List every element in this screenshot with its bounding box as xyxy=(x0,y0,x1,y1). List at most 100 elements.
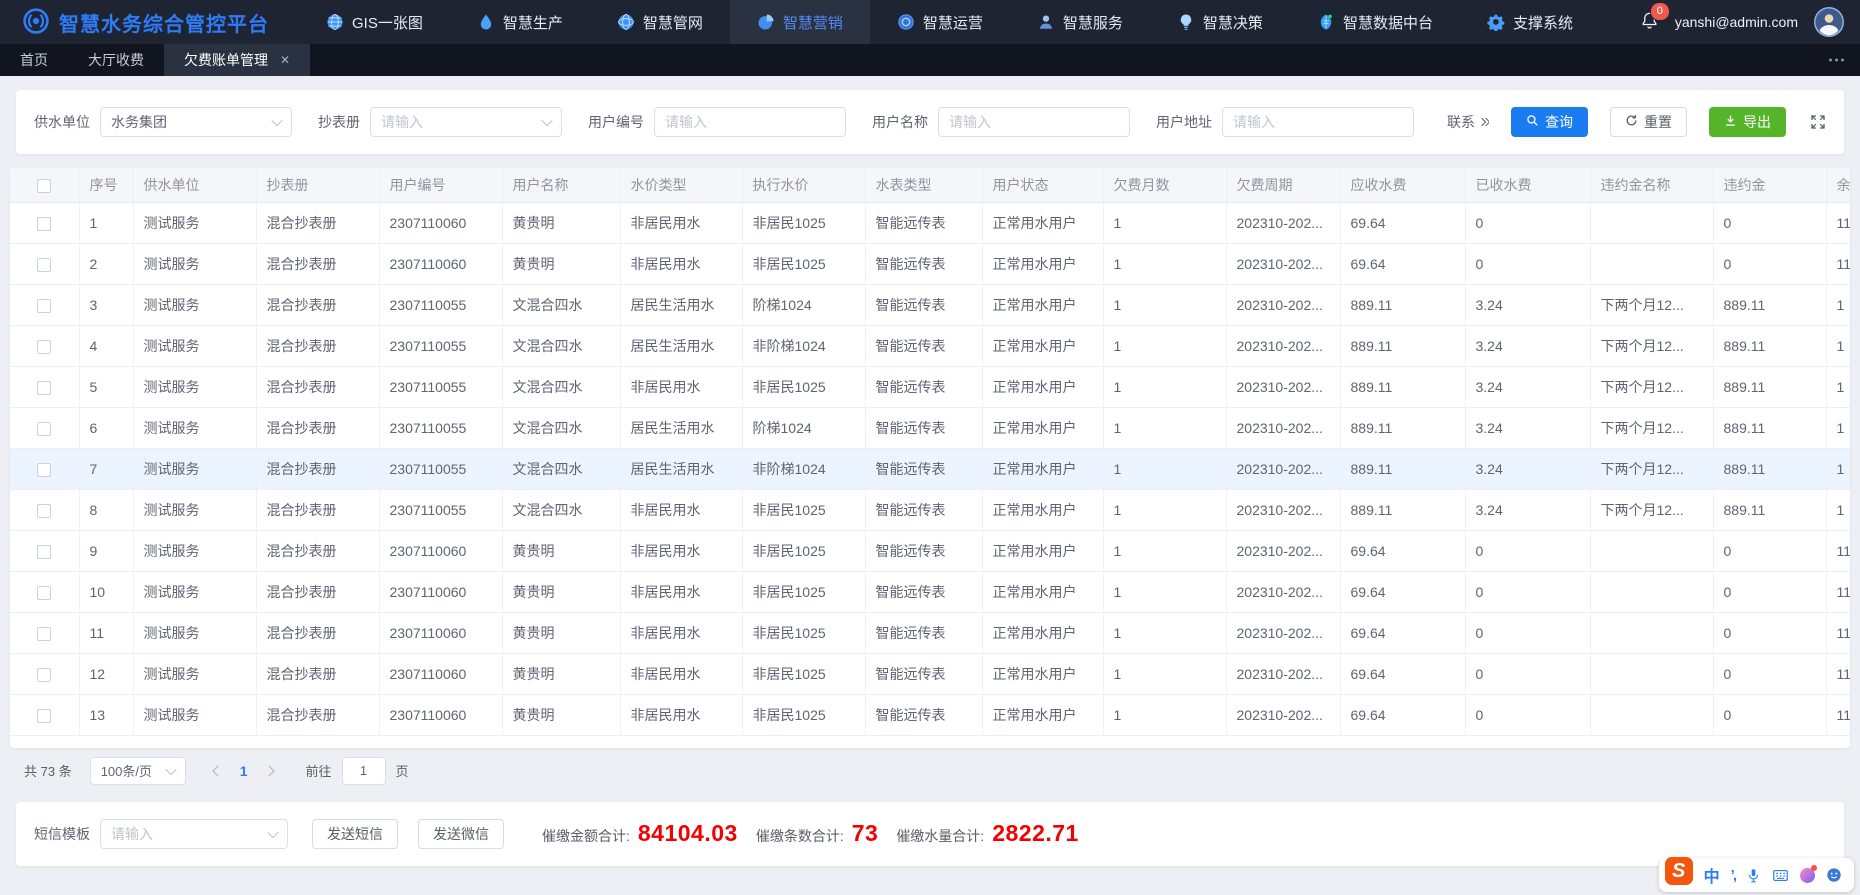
table-cell: 非居民用水 xyxy=(620,694,742,735)
total-bills-label: 催缴条数合计: xyxy=(756,826,844,846)
table-cell: 智能远传表 xyxy=(865,694,982,735)
table-cell: 下两个月12... xyxy=(1590,284,1713,325)
table-row[interactable]: 13测试服务混合抄表册2307110060黄贵明非居民用水非居民1025智能远传… xyxy=(10,694,1850,735)
table-cell: 混合抄表册 xyxy=(256,489,379,530)
tab-0[interactable]: 首页 xyxy=(0,44,68,76)
sms-template-select[interactable]: 请输入 xyxy=(100,819,288,849)
send-sms-button[interactable]: 发送短信 xyxy=(312,819,398,849)
table-cell: 0 xyxy=(1713,694,1826,735)
row-checkbox[interactable] xyxy=(37,586,51,600)
nav-item-2[interactable]: 智慧管网 xyxy=(590,0,730,44)
table-row[interactable]: 1测试服务混合抄表册2307110060黄贵明非居民用水非居民1025智能远传表… xyxy=(10,202,1850,243)
row-checkbox[interactable] xyxy=(37,217,51,231)
fullscreen-icon[interactable] xyxy=(1810,114,1826,130)
table-cell: 111.3 xyxy=(1826,530,1850,571)
table-cell: 1 xyxy=(1103,489,1226,530)
nav-item-5[interactable]: 智慧服务 xyxy=(1010,0,1150,44)
punctuation-icon[interactable]: ’, xyxy=(1731,867,1735,884)
nav-item-4[interactable]: 智慧运营 xyxy=(870,0,1010,44)
keyboard-icon[interactable] xyxy=(1772,867,1789,884)
table-cell: 测试服务 xyxy=(133,325,256,366)
emoji-icon[interactable] xyxy=(1826,867,1842,883)
table-row[interactable]: 7测试服务混合抄表册2307110055文混合四水居民生活用水非阶梯1024智能… xyxy=(10,448,1850,489)
sogou-input-icon[interactable]: S xyxy=(1665,857,1693,885)
table-cell: 正常用水用户 xyxy=(982,284,1103,325)
nav-item-8[interactable]: 支撑系统 xyxy=(1460,0,1600,44)
microphone-icon[interactable] xyxy=(1746,868,1761,883)
prev-page-icon[interactable] xyxy=(212,765,223,776)
expand-filters[interactable]: 联系 xyxy=(1447,112,1489,132)
user-email[interactable]: yanshi@admin.com xyxy=(1675,14,1798,30)
row-checkbox[interactable] xyxy=(37,668,51,682)
row-checkbox[interactable] xyxy=(37,340,51,354)
table-row[interactable]: 8测试服务混合抄表册2307110055文混合四水非居民用水非居民1025智能远… xyxy=(10,489,1850,530)
tab-1[interactable]: 大厅收费 xyxy=(68,44,164,76)
app-logo-icon xyxy=(22,7,50,38)
table-cell: 4 xyxy=(79,325,133,366)
table-row[interactable]: 11测试服务混合抄表册2307110060黄贵明非居民用水非居民1025智能远传… xyxy=(10,612,1850,653)
table-row[interactable]: 10测试服务混合抄表册2307110060黄贵明非居民用水非居民1025智能远传… xyxy=(10,571,1850,612)
checkbox-cell xyxy=(10,366,79,407)
table-row[interactable]: 12测试服务混合抄表册2307110060黄贵明非居民用水非居民1025智能远传… xyxy=(10,653,1850,694)
row-checkbox[interactable] xyxy=(37,545,51,559)
table-cell: 智能远传表 xyxy=(865,325,982,366)
table-cell: 测试服务 xyxy=(133,407,256,448)
nav-item-6[interactable]: 智慧决策 xyxy=(1150,0,1290,44)
page-size-select[interactable]: 100条/页 xyxy=(90,757,186,785)
sms-template-label: 短信模板 xyxy=(34,824,90,844)
table-cell: 0 xyxy=(1465,530,1590,571)
skin-palette-icon[interactable] xyxy=(1800,868,1815,883)
row-checkbox[interactable] xyxy=(37,709,51,723)
nav-item-7[interactable]: 智慧数据中台 xyxy=(1290,0,1460,44)
checkbox-cell xyxy=(10,448,79,489)
goto-page-input[interactable] xyxy=(342,757,386,785)
close-tab-icon[interactable] xyxy=(280,53,290,67)
table-row[interactable]: 9测试服务混合抄表册2307110060黄贵明非居民用水非居民1025智能远传表… xyxy=(10,530,1850,571)
row-checkbox[interactable] xyxy=(37,463,51,477)
row-checkbox[interactable] xyxy=(37,504,51,518)
user-name-input[interactable] xyxy=(938,107,1130,137)
table-cell: 2 xyxy=(79,243,133,284)
table-row[interactable]: 2测试服务混合抄表册2307110060黄贵明非居民用水非居民1025智能远传表… xyxy=(10,243,1850,284)
search-button[interactable]: 查询 xyxy=(1511,107,1588,137)
row-checkbox[interactable] xyxy=(37,299,51,313)
table-cell: 3.24 xyxy=(1465,489,1590,530)
user-code-input[interactable] xyxy=(654,107,846,137)
table-cell: 1 xyxy=(1103,325,1226,366)
table-cell: 0 xyxy=(1713,571,1826,612)
chinese-mode-icon[interactable]: 中 xyxy=(1704,863,1720,887)
tab-2[interactable]: 欠费账单管理 xyxy=(164,44,310,76)
table-cell: 6 xyxy=(79,407,133,448)
table-cell: 3.24 xyxy=(1465,448,1590,489)
supply-unit-select[interactable]: 水务集团 xyxy=(100,107,292,137)
table-row[interactable]: 4测试服务混合抄表册2307110055文混合四水居民生活用水非阶梯1024智能… xyxy=(10,325,1850,366)
reset-button[interactable]: 重置 xyxy=(1610,107,1687,137)
row-checkbox[interactable] xyxy=(37,422,51,436)
nav-item-0[interactable]: GIS一张图 xyxy=(299,0,450,44)
user-avatar[interactable] xyxy=(1814,7,1844,37)
table-cell: 混合抄表册 xyxy=(256,448,379,489)
nav-item-1[interactable]: 智慧生产 xyxy=(450,0,590,44)
table-row[interactable]: 5测试服务混合抄表册2307110055文混合四水非居民用水非居民1025智能远… xyxy=(10,366,1850,407)
table-cell: 测试服务 xyxy=(133,571,256,612)
search-icon xyxy=(1526,114,1539,130)
filter-label-user-address: 用户地址 xyxy=(1156,112,1212,132)
table-cell: 非居民1025 xyxy=(742,530,865,571)
row-checkbox[interactable] xyxy=(37,627,51,641)
table-cell: 测试服务 xyxy=(133,530,256,571)
user-address-input[interactable] xyxy=(1222,107,1414,137)
col-header: 违约金名称 xyxy=(1590,168,1713,202)
next-page-icon[interactable] xyxy=(264,765,275,776)
export-button[interactable]: 导出 xyxy=(1709,107,1786,137)
nav-item-3[interactable]: 智慧营销 xyxy=(730,0,870,44)
select-all-checkbox[interactable] xyxy=(37,179,51,193)
row-checkbox[interactable] xyxy=(37,381,51,395)
table-row[interactable]: 6测试服务混合抄表册2307110055文混合四水居民生活用水阶梯1024智能远… xyxy=(10,407,1850,448)
current-page-number[interactable]: 1 xyxy=(240,763,248,779)
row-checkbox[interactable] xyxy=(37,258,51,272)
notification-bell[interactable]: 0 xyxy=(1640,11,1659,33)
meter-book-select[interactable]: 请输入 xyxy=(370,107,562,137)
more-tabs-icon[interactable] xyxy=(1827,53,1846,68)
table-row[interactable]: 3测试服务混合抄表册2307110055文混合四水居民生活用水阶梯1024智能远… xyxy=(10,284,1850,325)
send-wechat-button[interactable]: 发送微信 xyxy=(418,819,504,849)
